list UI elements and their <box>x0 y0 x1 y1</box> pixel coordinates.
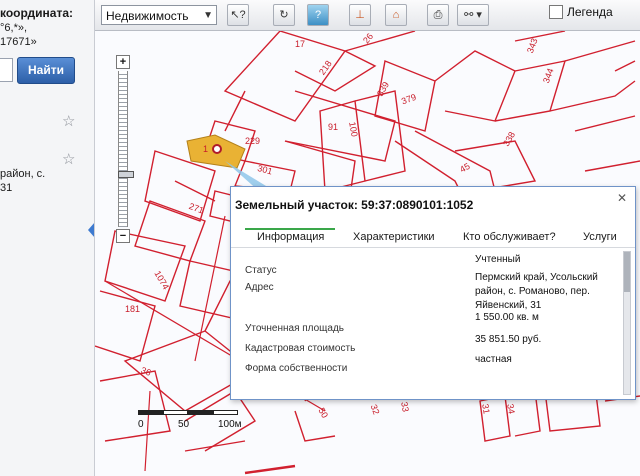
collapse-panel-arrow-icon[interactable] <box>88 222 94 238</box>
search-input[interactable] <box>0 58 13 82</box>
zoom-slider-handle[interactable] <box>118 171 134 178</box>
legend-label: Легенда <box>567 5 613 19</box>
popup-scrollbar-thumb[interactable] <box>624 252 630 292</box>
info-tool-button[interactable]: ? <box>307 4 329 26</box>
close-icon[interactable]: ✕ <box>615 191 629 205</box>
scale-label: 100м <box>218 419 242 430</box>
coordinate-value-1: °6,*», <box>0 22 28 34</box>
scale-bar: 0 50 100м <box>138 410 242 440</box>
print-icon[interactable]: ⎙ <box>427 4 449 26</box>
cadastral-cost-value: 35 851.50 руб. <box>475 334 542 345</box>
measure-tool-button[interactable]: ⊥ <box>349 4 371 26</box>
popup-scrollbar[interactable] <box>623 251 631 395</box>
scale-label: 50 <box>178 419 190 430</box>
status-value: Учтенный <box>475 254 521 265</box>
favorite-star-icon[interactable]: ☆ <box>62 112 75 130</box>
result-house[interactable]: 31 <box>0 182 12 194</box>
popup-title: Земельный участок: 59:37:0890101:1052 <box>235 198 474 212</box>
ownership-value: частная <box>475 354 512 365</box>
tab-characteristics[interactable]: Характеристики <box>353 231 435 243</box>
lot-number: 31 <box>480 403 492 415</box>
lot-number: 17 <box>295 39 306 49</box>
find-button[interactable]: Найти <box>17 57 75 84</box>
area-label: Уточненная площадь <box>245 323 345 334</box>
zoom-control: + − <box>116 55 134 243</box>
address-label: Адрес <box>245 282 274 293</box>
layer-select[interactable]: Недвижимость ▼ <box>101 5 217 25</box>
parcel-info-popup: Земельный участок: 59:37:0890101:1052 ✕ … <box>230 186 636 400</box>
identify-tool-button[interactable]: ↖? <box>227 4 249 26</box>
active-tab-indicator <box>245 228 335 230</box>
zoom-out-button[interactable]: − <box>116 229 130 243</box>
rotate-tool-button[interactable]: ↻ <box>273 4 295 26</box>
lot-number: 34 <box>505 403 517 415</box>
zoom-in-button[interactable]: + <box>116 55 130 69</box>
zoom-slider[interactable] <box>118 71 134 227</box>
map-toolbar: Недвижимость ▼ ↖? ↻ ? ⊥ ⌂ ⎙ ⚯ ▾ Легенда <box>95 0 640 31</box>
coordinate-value-2: 17671» <box>0 36 37 48</box>
lot-number: 229 <box>245 136 261 146</box>
address-value: Пермский край, Усольский район, с. Роман… <box>475 272 598 311</box>
tab-information[interactable]: Информация <box>257 231 324 243</box>
mouse-cursor-icon <box>222 160 242 190</box>
result-address[interactable]: район, с. <box>0 168 45 180</box>
lot-number: 33 <box>399 401 411 413</box>
area-tool-button[interactable]: ⌂ <box>385 4 407 26</box>
lot-number: 1 <box>203 144 209 154</box>
ownership-label: Форма собственности <box>245 363 348 374</box>
tab-divider <box>231 247 635 248</box>
tab-services[interactable]: Услуги <box>583 231 617 243</box>
left-panel: координата: °6,*», 17671» Найти ☆ ☆ райо… <box>0 0 95 476</box>
lot-number: 181 <box>125 304 141 314</box>
link-icon[interactable]: ⚯ ▾ <box>457 4 489 26</box>
legend-checkbox[interactable] <box>549 5 563 19</box>
coordinate-label: координата: <box>0 6 74 20</box>
status-label: Статус <box>245 265 277 276</box>
lot-number: 91 <box>328 122 339 132</box>
layer-select-value: Недвижимость <box>106 9 189 23</box>
area-value: 1 550.00 кв. м <box>475 312 539 323</box>
favorite-star-icon-2[interactable]: ☆ <box>62 150 75 168</box>
scale-label: 0 <box>138 419 144 430</box>
cadastral-cost-label: Кадастровая стоимость <box>245 343 356 354</box>
chevron-down-icon: ▼ <box>203 10 213 21</box>
tab-who-serves[interactable]: Кто обслуживает? <box>463 231 556 243</box>
